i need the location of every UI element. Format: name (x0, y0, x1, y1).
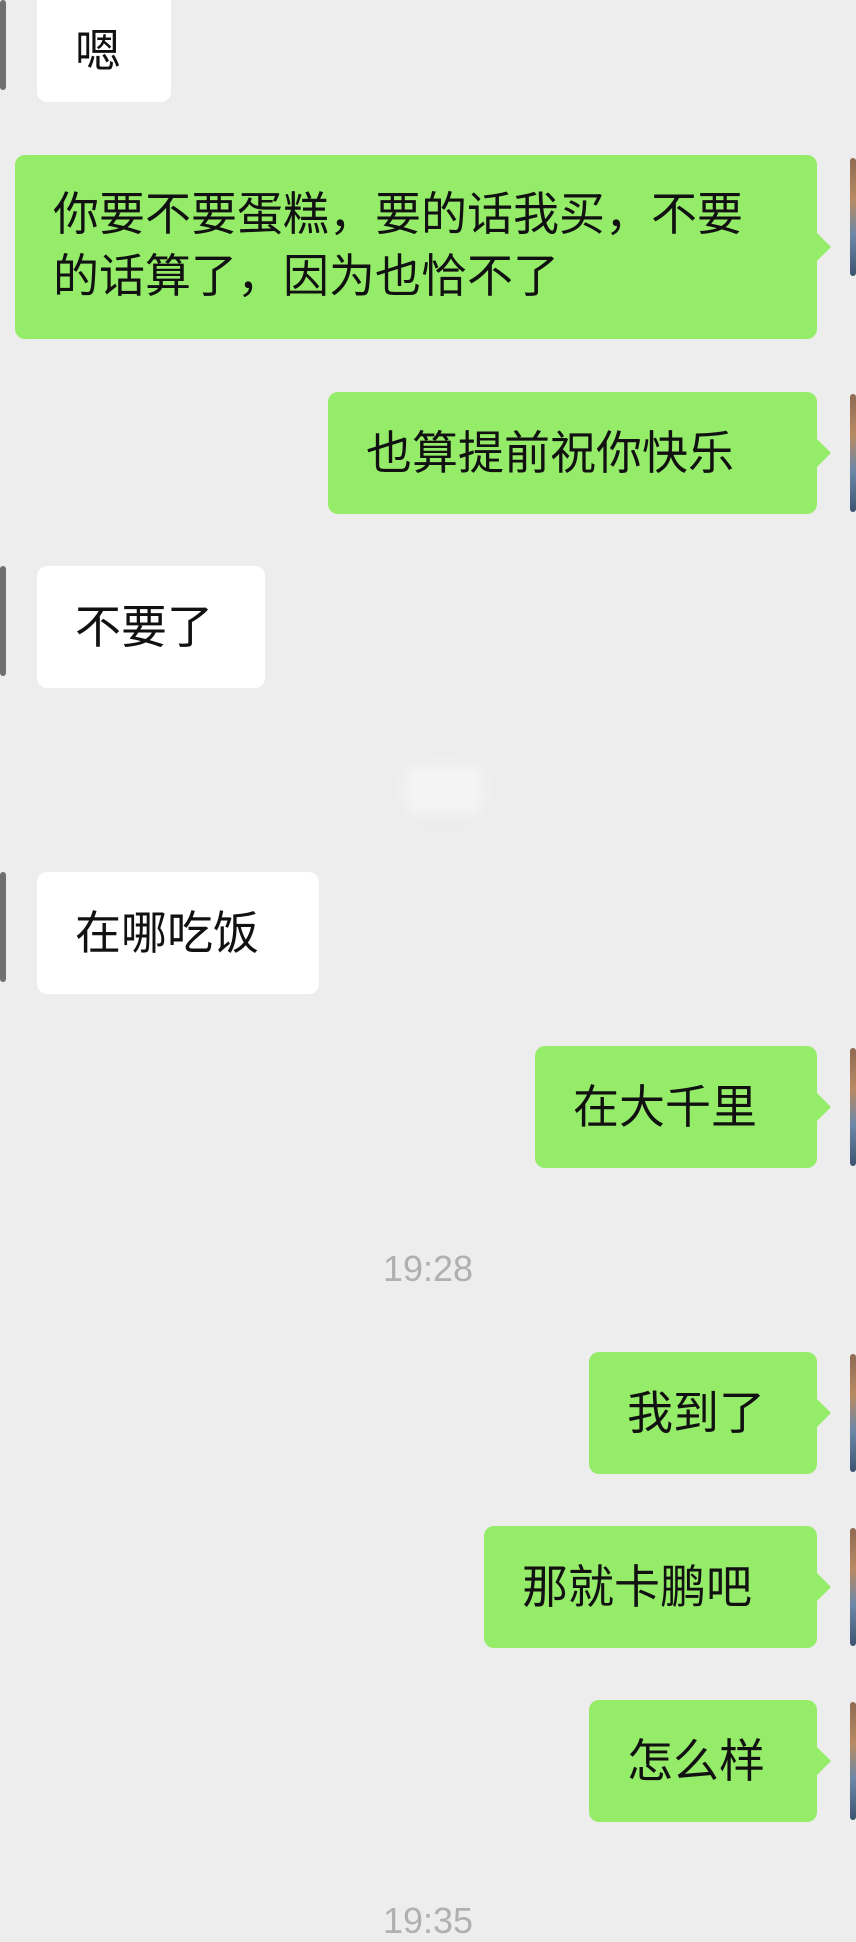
message-text: 我到了 (627, 1386, 765, 1440)
message-bubble-outgoing[interactable]: 在大千里 (535, 1046, 831, 1168)
avatar-self[interactable] (850, 394, 856, 512)
timestamp: 19:28 (382, 1248, 474, 1289)
message-text: 不要了 (75, 600, 213, 654)
message-bubble-outgoing[interactable]: 你要不要蛋糕，要的话我买，不要的话算了，因为也恰不了 (15, 155, 831, 339)
message-bubble-incoming[interactable]: 嗯 (37, 0, 171, 102)
avatar-self[interactable] (850, 1702, 856, 1820)
message-bubble-outgoing[interactable]: 也算提前祝你快乐 (328, 392, 831, 514)
avatar-self[interactable] (850, 1048, 856, 1166)
message-bubble-outgoing[interactable]: 怎么样 (589, 1700, 831, 1822)
timestamp: 19:35 (382, 1900, 474, 1941)
message-text: 在大千里 (573, 1080, 757, 1134)
message-text: 嗯 (75, 24, 121, 78)
avatar-self[interactable] (850, 158, 856, 276)
message-text: 那就卡鹏吧 (522, 1560, 752, 1614)
message-bubble-incoming[interactable]: 不要了 (37, 566, 265, 688)
avatar-contact[interactable] (0, 872, 6, 982)
message-text: 怎么样 (627, 1734, 765, 1788)
avatar-self[interactable] (850, 1354, 856, 1472)
message-bubble-outgoing[interactable]: 我到了 (589, 1352, 831, 1474)
message-bubble-outgoing[interactable]: 那就卡鹏吧 (484, 1526, 831, 1648)
message-text: 你要不要蛋糕，要的话我买，不要的话算了，因为也恰不了 (53, 187, 743, 303)
avatar-contact[interactable] (0, 0, 6, 90)
redacted-content (405, 766, 483, 814)
avatar-contact[interactable] (0, 566, 6, 676)
avatar-self[interactable] (850, 1528, 856, 1646)
message-bubble-incoming[interactable]: 在哪吃饭 (37, 872, 319, 994)
message-text: 在哪吃饭 (75, 906, 259, 960)
message-text: 也算提前祝你快乐 (366, 426, 734, 480)
